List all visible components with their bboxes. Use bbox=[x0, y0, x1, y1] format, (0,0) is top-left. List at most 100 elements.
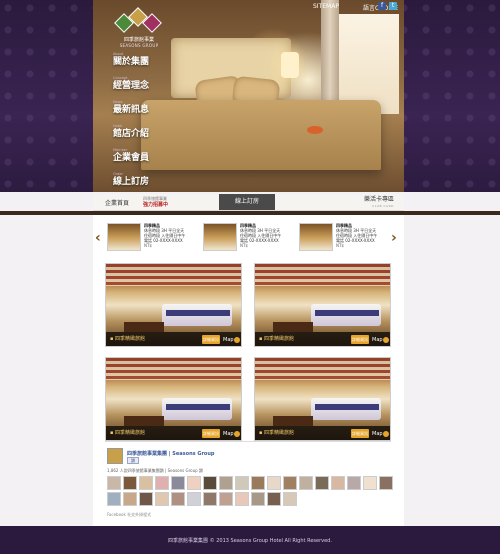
recruit-promo[interactable]: 四季旅館事業 強力招募中 bbox=[143, 196, 168, 208]
room-details-button[interactable]: 詳細資訊 bbox=[351, 335, 369, 344]
corporate-home-link[interactable]: 企業首頁 bbox=[105, 198, 129, 207]
room-title: ▪ 四季精緻旅館 bbox=[259, 336, 294, 342]
facebook-like-button[interactable]: 讚 bbox=[127, 457, 139, 464]
nav-item-order[interactable]: Order 線上訂房 bbox=[113, 172, 149, 196]
room-photo-bed-runner bbox=[166, 404, 230, 410]
room-card[interactable]: ▪ 四季精緻旅館 詳細資訊 Map bbox=[254, 357, 391, 441]
nav-item-about[interactable]: About 關於集團 bbox=[113, 52, 149, 76]
club-card-link[interactable]: 樂活卡專區 CLUB CARD bbox=[364, 196, 394, 210]
facebook-fan-avatar[interactable] bbox=[203, 476, 217, 490]
facebook-icon[interactable]: f bbox=[378, 2, 386, 10]
facebook-fan-avatar[interactable] bbox=[203, 492, 217, 506]
nav-item-member[interactable]: Member 企業會員 bbox=[113, 148, 149, 172]
main-content: ‹ › 四季精品 休息時段 3H 平日全天 住宿時段 入住隔日中午 電話 02-… bbox=[93, 215, 404, 526]
room-details-button[interactable]: 詳細資訊 bbox=[202, 335, 220, 344]
hotel-info: 四季精品 休息時段 3H 平日全天 住宿時段 入住隔日中午 電話 02-XXXX… bbox=[240, 223, 292, 253]
hotel-info: 四季精品 休息時段 3H 平日全天 住宿時段 入住隔日中午 電話 02-XXXX… bbox=[336, 223, 388, 253]
room-card[interactable]: ▪ 四季精緻旅館 詳細資訊 Map bbox=[105, 263, 242, 347]
twitter-icon[interactable]: t bbox=[389, 2, 397, 10]
nav-item-news[interactable]: News 最新訊息 bbox=[113, 100, 149, 124]
arrow-right-icon[interactable] bbox=[234, 337, 240, 343]
carousel-next-icon[interactable]: › bbox=[391, 231, 399, 245]
nav-item-concept[interactable]: Concept 經營理念 bbox=[113, 76, 149, 100]
facebook-fan-avatar[interactable] bbox=[379, 476, 393, 490]
arrow-right-icon[interactable] bbox=[234, 431, 240, 437]
hero-lamp bbox=[281, 52, 299, 78]
room-details-button[interactable]: 詳細資訊 bbox=[202, 429, 220, 438]
nav-item-label: 企業會員 bbox=[113, 153, 150, 163]
sitemap-link[interactable]: SITEMAP bbox=[313, 3, 339, 12]
facebook-fan-avatar[interactable] bbox=[363, 476, 377, 490]
sub-navigation-bar: 企業首頁 四季旅館事業 強力招募中 線上訂房 樂活卡專區 CLUB CARD bbox=[93, 194, 404, 211]
facebook-fan-avatar[interactable] bbox=[219, 476, 233, 490]
hero-fruit-bowl bbox=[307, 126, 323, 134]
room-map-link[interactable]: Map bbox=[372, 431, 383, 437]
facebook-fan-avatar[interactable] bbox=[123, 492, 137, 506]
hero-window bbox=[329, 14, 399, 114]
facebook-fan-avatar[interactable] bbox=[171, 476, 185, 490]
room-photo-bed-runner bbox=[315, 404, 379, 410]
online-booking-tab[interactable]: 線上訂房 bbox=[219, 194, 275, 210]
room-photo-table bbox=[124, 416, 164, 426]
hotel-thumbnail bbox=[107, 223, 141, 251]
facebook-fan-avatar[interactable] bbox=[235, 492, 249, 506]
hotel-price: NT$ bbox=[336, 243, 344, 248]
facebook-page-avatar[interactable] bbox=[107, 448, 123, 464]
club-card-sub: CLUB CARD bbox=[372, 204, 394, 208]
room-map-link[interactable]: Map bbox=[372, 337, 383, 343]
room-title: ▪ 四季精緻旅館 bbox=[110, 336, 145, 342]
facebook-fan-avatar[interactable] bbox=[251, 476, 265, 490]
room-map-link[interactable]: Map bbox=[223, 431, 234, 437]
facebook-fan-faces bbox=[107, 476, 393, 506]
facebook-fan-avatar[interactable] bbox=[347, 476, 361, 490]
facebook-plugin-label[interactable]: Facebook 社交外掛程式 bbox=[107, 512, 151, 518]
facebook-fan-avatar[interactable] bbox=[187, 476, 201, 490]
hero-bed bbox=[141, 100, 381, 170]
room-photo-bed-runner bbox=[166, 310, 230, 316]
arrow-right-icon[interactable] bbox=[383, 337, 389, 343]
facebook-fan-avatar[interactable] bbox=[267, 492, 281, 506]
room-photo-wall bbox=[255, 358, 390, 380]
main-nav: About 關於集團 Concept 經營理念 News 最新訊息 Hotel … bbox=[113, 52, 149, 196]
facebook-fan-avatar[interactable] bbox=[251, 492, 265, 506]
facebook-fan-avatar[interactable] bbox=[139, 476, 153, 490]
nav-item-label: 最新訊息 bbox=[113, 105, 150, 115]
hotel-card[interactable]: 四季精品 休息時段 3H 平日全天 住宿時段 入住隔日中午 電話 02-XXXX… bbox=[299, 223, 389, 253]
facebook-fan-avatar[interactable] bbox=[315, 476, 329, 490]
room-photo-table bbox=[273, 322, 313, 332]
room-details-button[interactable]: 詳細資訊 bbox=[351, 429, 369, 438]
nav-item-hotel[interactable]: Hotel 館店介紹 bbox=[113, 124, 149, 148]
facebook-fan-avatar[interactable] bbox=[283, 492, 297, 506]
facebook-fan-avatar[interactable] bbox=[267, 476, 281, 490]
facebook-fan-avatar[interactable] bbox=[107, 476, 121, 490]
room-card[interactable]: ▪ 四季精緻旅館 詳細資訊 Map bbox=[105, 357, 242, 441]
facebook-fan-avatar[interactable] bbox=[107, 492, 121, 506]
facebook-fan-avatar[interactable] bbox=[299, 476, 313, 490]
facebook-fan-avatar[interactable] bbox=[187, 492, 201, 506]
hotel-thumbnail bbox=[299, 223, 333, 251]
facebook-page-name[interactable]: 四季旅館事業集團 | Seasons Group bbox=[127, 450, 215, 457]
facebook-fan-avatar[interactable] bbox=[171, 492, 185, 506]
facebook-fan-avatar[interactable] bbox=[155, 476, 169, 490]
room-photo-table bbox=[124, 322, 164, 332]
room-photo-wall bbox=[106, 264, 241, 286]
facebook-fan-avatar[interactable] bbox=[283, 476, 297, 490]
facebook-fan-avatar[interactable] bbox=[219, 492, 233, 506]
facebook-fan-avatar[interactable] bbox=[139, 492, 153, 506]
carousel-prev-icon[interactable]: ‹ bbox=[95, 231, 103, 245]
hotel-card[interactable]: 四季精品 休息時段 3H 平日全天 住宿時段 入住隔日中午 電話 02-XXXX… bbox=[203, 223, 293, 253]
facebook-fan-avatar[interactable] bbox=[235, 476, 249, 490]
hotel-card[interactable]: 四季精品 休息時段 3H 平日全天 住宿時段 入住隔日中午 電話 02-XXXX… bbox=[107, 223, 197, 253]
site-logo[interactable]: 四季旅館事業 SEASONS GROUP bbox=[113, 6, 165, 50]
facebook-like-box: 四季旅館事業集團 | Seasons Group 讚 1,862 人說四季旅館事… bbox=[105, 441, 393, 519]
room-map-link[interactable]: Map bbox=[223, 337, 234, 343]
facebook-fan-avatar[interactable] bbox=[155, 492, 169, 506]
promo-main-text: 強力招募中 bbox=[143, 202, 169, 208]
facebook-like-count: 1,862 人說四季旅館事業集團讚 | Seasons Group 讚 bbox=[107, 468, 203, 473]
facebook-fan-avatar[interactable] bbox=[331, 476, 345, 490]
room-photo-wall bbox=[255, 264, 390, 286]
room-card[interactable]: ▪ 四季精緻旅館 詳細資訊 Map bbox=[254, 263, 391, 347]
facebook-fan-avatar[interactable] bbox=[123, 476, 137, 490]
arrow-right-icon[interactable] bbox=[383, 431, 389, 437]
nav-item-label: 線上訂房 bbox=[113, 177, 150, 187]
